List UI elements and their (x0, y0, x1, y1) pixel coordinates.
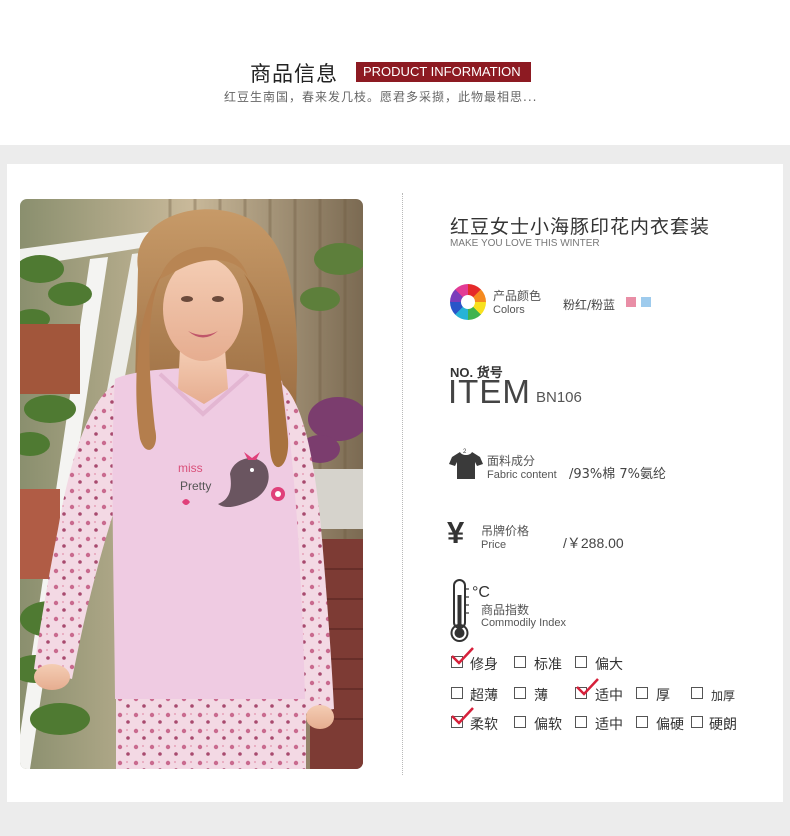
price-label-en: Price (481, 539, 507, 551)
product-tagline: MAKE YOU LOVE THIS WINTER (450, 238, 600, 249)
vertical-divider (402, 193, 403, 775)
price-value: /￥288.00 (563, 535, 624, 551)
thickness-extrathick-checkbox[interactable] (691, 687, 703, 699)
index-option-label: 偏软 (534, 717, 562, 733)
softness-slightly-hard-checkbox[interactable] (636, 716, 648, 728)
index-option-label: 柔软 (470, 717, 498, 733)
yen-icon: ¥ (447, 515, 465, 550)
product-photo: miss Pretty (20, 199, 363, 769)
index-option-label: 薄 (534, 688, 548, 704)
color-swatch-blue (641, 297, 651, 307)
fabric-label-cn: 面料成分 (487, 454, 536, 468)
section-subtitle: 红豆生南国，春来发几枝。愿君多采撷，此物最相思... (224, 90, 538, 104)
item-code: BN106 (536, 389, 582, 406)
index-label-cn: 商品指数 (481, 603, 530, 617)
index-option-label: 适中 (595, 688, 623, 704)
colors-label-en: Colors (493, 304, 525, 316)
thickness-thick-checkbox[interactable] (636, 687, 648, 699)
index-option-label: 适中 (595, 717, 623, 733)
celsius-unit: °C (472, 584, 490, 601)
index-label-en: Commodily Index (481, 617, 566, 629)
color-wheel-icon (450, 284, 486, 320)
softness-medium-checkbox[interactable] (575, 716, 587, 728)
index-option-label: 超薄 (470, 688, 498, 704)
t-shirt-icon: 2 (449, 449, 483, 479)
softness-firm-checkbox[interactable] (691, 716, 703, 728)
softness-slightly-soft-checkbox[interactable] (514, 716, 526, 728)
index-option-label: 加厚 (711, 689, 736, 703)
section-header: 商品信息 PRODUCT INFORMATION 红豆生南国，春来发几枝。愿君多… (0, 0, 790, 145)
fabric-label-en: Fabric content (487, 469, 557, 481)
thickness-ultrathin-checkbox[interactable] (451, 687, 463, 699)
index-option-label: 偏大 (595, 657, 623, 673)
colors-value: 粉红/粉蓝 (563, 298, 616, 312)
svg-text:miss: miss (178, 461, 203, 475)
price-label-cn: 吊牌价格 (481, 524, 530, 538)
thickness-thin-checkbox[interactable] (514, 687, 526, 699)
color-swatch-pink (626, 297, 636, 307)
index-option-label: 偏硬 (656, 717, 684, 733)
svg-text:Pretty: Pretty (180, 479, 211, 493)
index-option-label: 标准 (534, 657, 562, 673)
fabric-value: /93%棉 7%氨纶 (569, 467, 667, 482)
fit-standard-checkbox[interactable] (514, 656, 526, 668)
item-heading: ITEM (448, 373, 531, 410)
index-option-label: 厚 (656, 688, 670, 704)
svg-text:2: 2 (463, 449, 467, 455)
product-name: 红豆女士小海豚印花内衣套装 (450, 216, 711, 238)
index-option-label: 硬朗 (709, 717, 737, 733)
section-badge: PRODUCT INFORMATION (356, 62, 531, 82)
colors-label-cn: 产品颜色 (493, 289, 542, 303)
fit-large-checkbox[interactable] (575, 656, 587, 668)
index-option-label: 修身 (470, 657, 498, 673)
section-title: 商品信息 (250, 62, 338, 86)
